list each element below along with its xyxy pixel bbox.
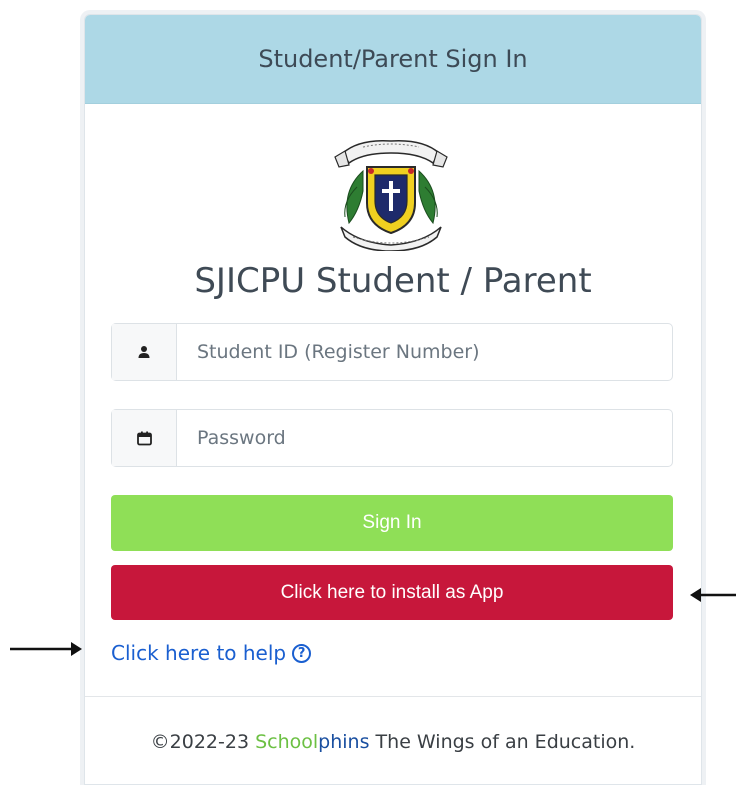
- sign-in-button[interactable]: Sign In: [111, 495, 673, 551]
- left-arrow-annotation-icon: [690, 588, 736, 602]
- password-input[interactable]: [177, 410, 672, 466]
- help-link[interactable]: Click here to help ?: [111, 641, 312, 665]
- footer-tagline: The Wings of an Education.: [369, 731, 636, 753]
- footer: ©2022-23 Schoolphins The Wings of an Edu…: [85, 731, 701, 753]
- school-crest-logo: [329, 131, 453, 252]
- login-card: Student/Parent Sign In SJICPU Student / …: [84, 14, 702, 785]
- header-title: Student/Parent Sign In: [258, 45, 528, 73]
- footer-brand-phins: phins: [318, 731, 370, 753]
- student-id-field[interactable]: [111, 323, 673, 381]
- password-field[interactable]: [111, 409, 673, 467]
- student-id-input[interactable]: [177, 324, 672, 380]
- calendar-icon-addon: [112, 410, 177, 466]
- help-link-label: Click here to help: [111, 641, 287, 665]
- footer-divider: [85, 696, 701, 697]
- app-title: SJICPU Student / Parent: [194, 261, 592, 301]
- user-icon-addon: [112, 324, 177, 380]
- footer-brand-school: School: [255, 731, 319, 753]
- calendar-icon: [136, 431, 152, 445]
- card-header: Student/Parent Sign In: [85, 15, 701, 104]
- user-icon: [138, 346, 150, 358]
- footer-copyright: ©2022-23: [150, 731, 256, 753]
- question-circle-icon: ?: [292, 643, 312, 663]
- install-app-button[interactable]: Click here to install as App: [111, 565, 673, 620]
- right-arrow-annotation-icon: [10, 642, 82, 656]
